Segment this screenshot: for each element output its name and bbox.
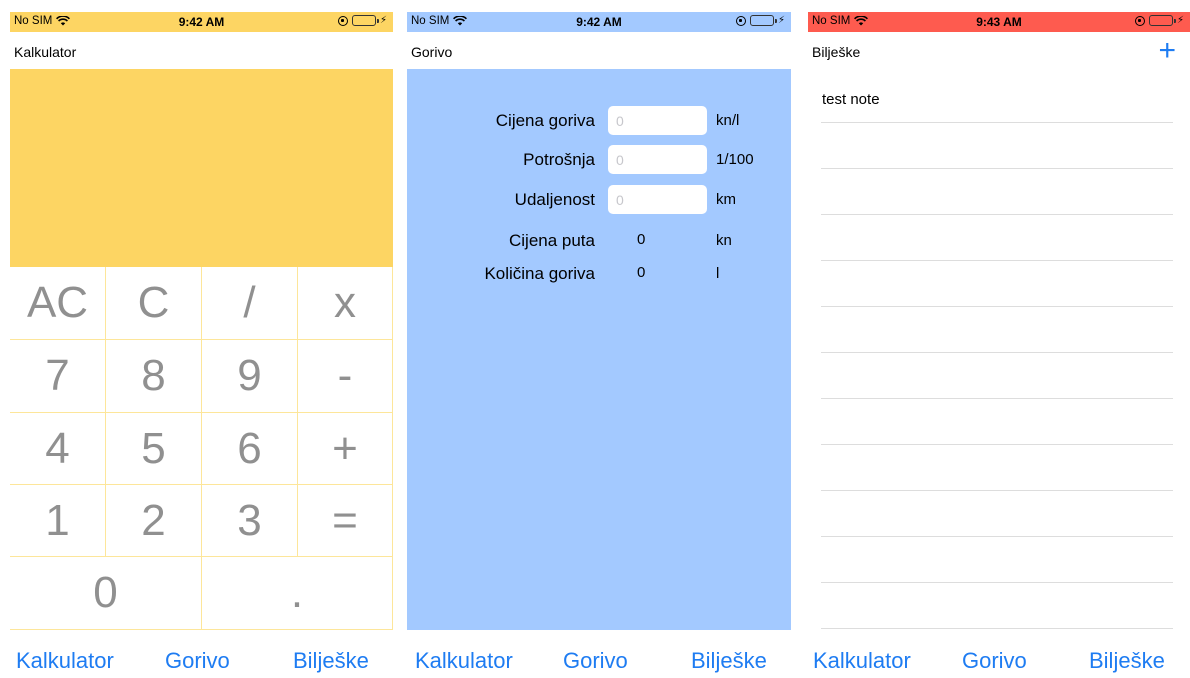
status-right: ⚡ (735, 15, 785, 26)
calculator-screen: No SIM 9:42 AM ⚡ Kalkulator AC C / x 7 8… (10, 0, 393, 678)
fuel-amount-label: Količina goriva (484, 264, 595, 283)
row-separator (821, 352, 1173, 353)
rotation-lock-icon (735, 15, 746, 26)
key-ac[interactable]: AC (10, 267, 106, 340)
tab-bar: Kalkulator Gorivo Bilješke (10, 630, 393, 678)
row-separator (821, 536, 1173, 537)
tab-gorivo[interactable]: Gorivo (563, 648, 628, 674)
tab-gorivo[interactable]: Gorivo (962, 648, 1027, 674)
consumption-row: Potrošnja 1/100 (407, 145, 791, 175)
key-9[interactable]: 9 (202, 340, 298, 413)
trip-cost-value: 0 (637, 231, 646, 248)
title-bar: Kalkulator (10, 32, 393, 69)
key-2[interactable]: 2 (106, 485, 202, 557)
tab-kalkulator[interactable]: Kalkulator (415, 648, 513, 674)
row-separator (821, 398, 1173, 399)
notes-screen: No SIM 9:43 AM ⚡ Bilješke + test note Ka… (808, 0, 1190, 678)
fuel-price-input[interactable] (608, 106, 707, 135)
key-8[interactable]: 8 (106, 340, 202, 413)
key-0[interactable]: 0 (10, 557, 202, 630)
row-separator (821, 582, 1173, 583)
title-bar: Bilješke + (808, 32, 1190, 69)
row-separator (821, 168, 1173, 169)
add-note-button[interactable]: + (1158, 36, 1176, 66)
page-title: Kalkulator (14, 44, 77, 60)
status-bar: No SIM 9:43 AM ⚡ (808, 12, 1190, 32)
row-separator (821, 444, 1173, 445)
distance-input[interactable] (608, 185, 707, 214)
tab-bar: Kalkulator Gorivo Bilješke (808, 630, 1190, 678)
key-1[interactable]: 1 (10, 485, 106, 557)
consumption-label: Potrošnja (523, 150, 595, 169)
charging-bolt-icon: ⚡ (379, 15, 387, 26)
trip-cost-label: Cijena puta (508, 231, 595, 250)
fuel-calculator-form: Cijena goriva kn/l Potrošnja 1/100 Udalj… (407, 69, 791, 630)
title-bar: Gorivo (407, 32, 791, 69)
key-multiply[interactable]: x (298, 267, 393, 340)
battery-icon (1148, 15, 1176, 26)
page-title: Gorivo (411, 44, 453, 60)
key-4[interactable]: 4 (10, 413, 106, 485)
row-separator (821, 122, 1173, 123)
status-time: 9:42 AM (576, 15, 622, 29)
status-right: ⚡ (1134, 15, 1184, 26)
key-7[interactable]: 7 (10, 340, 106, 413)
distance-unit: km (716, 191, 736, 208)
key-3[interactable]: 3 (202, 485, 298, 557)
fuel-price-row: Cijena goriva kn/l (407, 106, 791, 136)
fuel-amount-unit: l (716, 265, 720, 282)
tab-biljeske[interactable]: Bilješke (293, 648, 369, 674)
fuel-amount-value: 0 (637, 264, 646, 281)
battery-icon (351, 15, 379, 26)
tab-kalkulator[interactable]: Kalkulator (16, 648, 114, 674)
calculator-keypad: AC C / x 7 8 9 - 4 5 6 + 1 2 3 = 0 . (10, 267, 393, 630)
status-right: ⚡ (337, 15, 387, 26)
trip-cost-row: Cijena puta 0 kn (407, 226, 791, 256)
distance-row: Udaljenost km (407, 185, 791, 215)
battery-icon (749, 15, 777, 26)
rotation-lock-icon (337, 15, 348, 26)
key-decimal[interactable]: . (202, 557, 393, 630)
tab-gorivo[interactable]: Gorivo (165, 648, 230, 674)
key-equals[interactable]: = (298, 485, 393, 557)
fuel-amount-row: Količina goriva 0 l (407, 259, 791, 289)
notes-list: test note (808, 69, 1190, 630)
key-divide[interactable]: / (202, 267, 298, 340)
key-5[interactable]: 5 (106, 413, 202, 485)
tab-bar: Kalkulator Gorivo Bilješke (407, 630, 791, 678)
charging-bolt-icon: ⚡ (1176, 15, 1184, 26)
row-separator (821, 260, 1173, 261)
tab-biljeske[interactable]: Bilješke (1089, 648, 1165, 674)
rotation-lock-icon (1134, 15, 1145, 26)
distance-label: Udaljenost (514, 190, 595, 209)
key-6[interactable]: 6 (202, 413, 298, 485)
trip-cost-unit: kn (716, 232, 732, 249)
status-time: 9:43 AM (976, 15, 1022, 29)
charging-bolt-icon: ⚡ (777, 15, 785, 26)
row-separator (821, 214, 1173, 215)
status-bar: No SIM 9:42 AM ⚡ (10, 12, 393, 32)
fuel-price-label: Cijena goriva (495, 111, 595, 130)
tab-biljeske[interactable]: Bilješke (691, 648, 767, 674)
consumption-unit: 1/100 (716, 151, 754, 168)
row-separator (821, 628, 1173, 629)
fuel-price-unit: kn/l (716, 112, 740, 129)
key-minus[interactable]: - (298, 340, 393, 413)
list-item[interactable]: test note (822, 91, 880, 108)
status-time: 9:42 AM (178, 15, 225, 29)
page-title: Bilješke (812, 44, 861, 60)
consumption-input[interactable] (608, 145, 707, 174)
calculator-display (10, 69, 393, 267)
row-separator (821, 306, 1173, 307)
row-separator (821, 490, 1173, 491)
key-plus[interactable]: + (298, 413, 393, 485)
gorivo-screen: No SIM 9:42 AM ⚡ Gorivo Cijena goriva kn… (407, 0, 791, 678)
status-bar: No SIM 9:42 AM ⚡ (407, 12, 791, 32)
tab-kalkulator[interactable]: Kalkulator (813, 648, 911, 674)
key-c[interactable]: C (106, 267, 202, 340)
